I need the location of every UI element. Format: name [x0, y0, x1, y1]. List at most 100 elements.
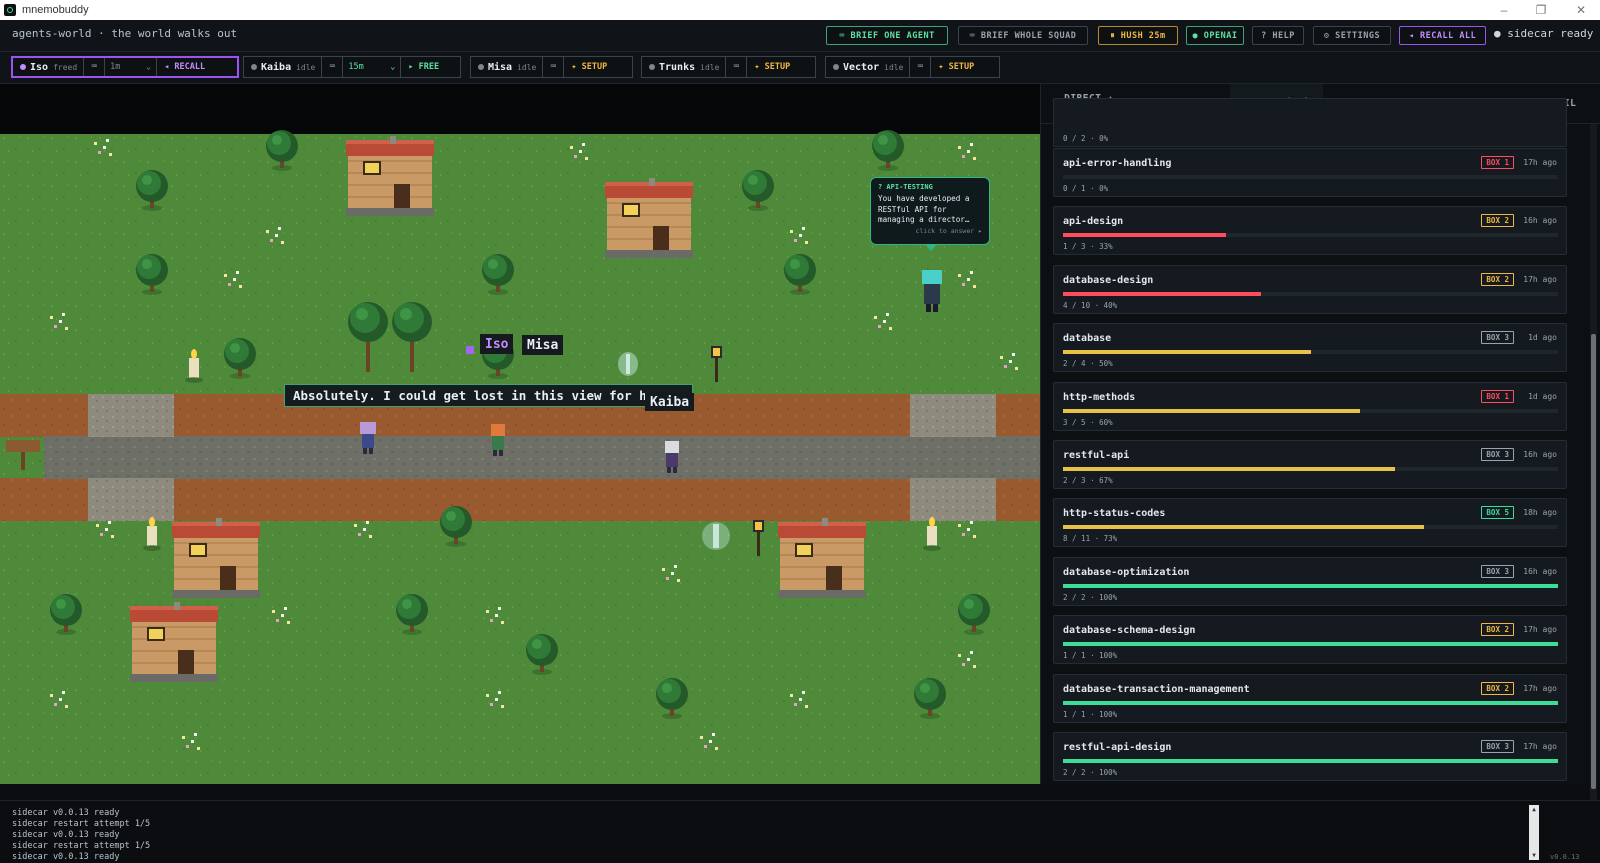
setup-button[interactable]: ✦ SETUP	[746, 57, 797, 77]
progress-fill	[1063, 759, 1558, 763]
box-badge: BOX 2	[1481, 272, 1514, 286]
agent-status: idle	[700, 62, 720, 72]
brief-whole-squad-button[interactable]: ⌨ BRIEF WHOLE SQUAD	[958, 26, 1088, 45]
openai-provider-button[interactable]: ● OPENAI	[1186, 26, 1244, 45]
laptop-icon[interactable]: ⌨	[726, 62, 746, 72]
progress-fill	[1063, 467, 1395, 471]
topic-card[interactable]: restful-api BOX 3 16h ago 2 / 3 · 67%	[1053, 440, 1567, 489]
setup-button[interactable]: ✦ SETUP	[563, 57, 614, 77]
progress-fill	[1063, 233, 1227, 238]
status-dot	[833, 64, 839, 70]
box-badge: BOX 2	[1481, 214, 1514, 228]
brief-one-agent-button[interactable]: ⌨ BRIEF ONE AGENT	[826, 26, 948, 45]
agent-chip-misa[interactable]: Misa idle ⌨ ✦ SETUP	[470, 56, 633, 78]
topic-card[interactable]: restful-api-design BOX 3 17h ago 2 / 2 · 10…	[1053, 732, 1567, 781]
world-canvas[interactable]: Absolutely. I could get lost in this vie…	[0, 84, 1040, 784]
laptop-icon[interactable]: ⌨	[910, 62, 930, 72]
topic-name: restful-api-design	[1063, 742, 1172, 753]
agent-status: idle	[517, 62, 537, 72]
topic-card[interactable]: api-design BOX 2 16h ago 1 / 3 · 33%	[1053, 206, 1567, 256]
topic-stats: 3 / 5 · 60%	[1063, 417, 1113, 427]
progress-track	[1063, 642, 1558, 647]
side-panel: DIRECT · ISO OPS (4) TOPICS (8!) TASKS (…	[1040, 84, 1600, 784]
duration-select[interactable]: 1m ⌄	[104, 58, 156, 76]
status-dot	[649, 64, 655, 70]
topic-card[interactable]: database BOX 3 1d ago 2 / 4 · 50%	[1053, 323, 1567, 373]
topic-card[interactable]: database-transaction-management BOX 2 17h …	[1053, 673, 1567, 723]
topic-stats: 1 / 1 · 100%	[1063, 709, 1118, 719]
topic-card[interactable]: database-design BOX 2 17h ago 4 / 10 · 40%	[1053, 264, 1567, 314]
top-toolbar: agents-world · the world walks out ⌨ BRI…	[0, 20, 1600, 52]
laptop-icon[interactable]: ⌨	[84, 62, 104, 72]
topic-age: 16h ago	[1523, 216, 1557, 226]
progress-track	[1063, 408, 1558, 413]
topic-stats: 0 / 2 · 0%	[1063, 134, 1109, 143]
agent-chip-vector[interactable]: Vector idle ⌨ ✦ SETUP	[825, 56, 1000, 78]
agent-chip-kaiba[interactable]: Kaiba idle ⌨ 15m ⌄ ▸ FREE	[243, 56, 461, 78]
topic-age: 16h ago	[1523, 566, 1557, 576]
laptop-icon[interactable]: ⌨	[543, 62, 563, 72]
topic-card[interactable]: http-methods BOX 1 1d ago 3 / 5 · 60%	[1053, 381, 1567, 431]
box-badge: BOX 1	[1481, 156, 1514, 169]
agent-status: idle	[884, 62, 904, 72]
console-scrollbar[interactable]: ▲ ▼	[1529, 805, 1539, 860]
topic-stats: 0 / 1 · 0%	[1063, 184, 1109, 193]
close-icon[interactable]: ✕	[1564, 0, 1598, 20]
topic-name: database-design	[1063, 274, 1154, 286]
progress-track	[1063, 175, 1558, 179]
sidecar-status: ● sidecar ready	[1494, 27, 1594, 40]
free-button[interactable]: ▸ FREE	[400, 57, 446, 77]
agent-chip-trunks[interactable]: Trunks idle ⌨ ✦ SETUP	[641, 56, 816, 78]
box-badge: BOX 2	[1481, 623, 1514, 637]
box-badge: BOX 3	[1481, 564, 1514, 578]
panel-scrollbar[interactable]	[1590, 124, 1597, 800]
scrollbar-thumb[interactable]	[1591, 334, 1596, 789]
agent-status: idle	[296, 62, 316, 72]
chevron-down-icon: ⌄	[146, 62, 152, 72]
box-badge: BOX 1	[1481, 389, 1514, 403]
topic-stats: 2 / 2 · 100%	[1063, 768, 1118, 777]
maximize-icon[interactable]: ❐	[1524, 0, 1558, 20]
topic-name: database-optimization	[1063, 566, 1190, 578]
app-logo-icon	[4, 4, 16, 16]
topic-name: http-status-codes	[1063, 508, 1166, 520]
agent-nametag-kaiba[interactable]: Kaiba	[645, 393, 695, 411]
topic-age: 16h ago	[1523, 450, 1557, 459]
topic-stats: 4 / 10 · 40%	[1063, 300, 1118, 310]
topic-card[interactable]: database-schema-design BOX 2 17h ago 1 / 1 …	[1053, 615, 1567, 665]
topic-card[interactable]: http-status-codes BOX 5 18h ago 8 / 11 · 73…	[1053, 498, 1567, 548]
box-badge: BOX 3	[1481, 448, 1514, 461]
log-line: sidecar v0.0.13 ready	[12, 852, 120, 862]
duration-select[interactable]: 15m ⌄	[342, 57, 400, 77]
topic-card-partial[interactable]: 0 / 2 · 0%	[1053, 98, 1567, 147]
progress-track	[1063, 525, 1558, 530]
window-titlebar: mnemobuddy – ❐ ✕	[0, 0, 1600, 20]
scroll-up-icon[interactable]: ▲	[1530, 806, 1538, 813]
agent-chip-iso[interactable]: Iso freed ⌨ 1m ⌄ ◂ RECALL	[11, 56, 239, 78]
topic-stats: 2 / 2 · 100%	[1063, 592, 1118, 602]
recall-all-button[interactable]: ◂ RECALL ALL	[1399, 26, 1486, 45]
speech-bubble: Absolutely. I could get lost in this vie…	[284, 384, 694, 407]
settings-button[interactable]: ⚙ SETTINGS	[1313, 26, 1391, 45]
topic-name: http-methods	[1063, 391, 1136, 403]
agent-name: Trunks	[659, 61, 696, 73]
recall-button[interactable]: ◂ RECALL	[156, 58, 212, 76]
agent-name: Misa	[488, 61, 513, 73]
agent-nametag-misa[interactable]: Misa	[522, 335, 564, 355]
setup-button[interactable]: ✦ SETUP	[930, 57, 981, 77]
topic-name: restful-api	[1063, 450, 1130, 461]
quiz-answer-link[interactable]: click to answer ▸	[878, 227, 982, 235]
scroll-down-icon[interactable]: ▼	[1530, 852, 1538, 859]
laptop-icon[interactable]: ⌨	[322, 62, 342, 72]
topic-card[interactable]: api-error-handling BOX 1 17h ago 0 / 1 · 0%	[1053, 148, 1567, 197]
quiz-bubble[interactable]: ? API-TESTING You have developed a RESTf…	[870, 177, 990, 251]
help-button[interactable]: ? HELP	[1252, 26, 1304, 45]
duration-value: 1m	[110, 62, 121, 72]
status-dot	[251, 64, 257, 70]
hush-button[interactable]: ⏸ HUSH 25m	[1098, 26, 1178, 45]
topic-card[interactable]: database-optimization BOX 3 16h ago 2 / 2 ·…	[1053, 556, 1567, 606]
topic-name: api-error-handling	[1063, 158, 1172, 169]
agent-nametag-iso[interactable]: Iso	[480, 334, 514, 354]
minimize-icon[interactable]: –	[1487, 0, 1521, 20]
topic-stats: 1 / 3 · 33%	[1063, 242, 1113, 252]
